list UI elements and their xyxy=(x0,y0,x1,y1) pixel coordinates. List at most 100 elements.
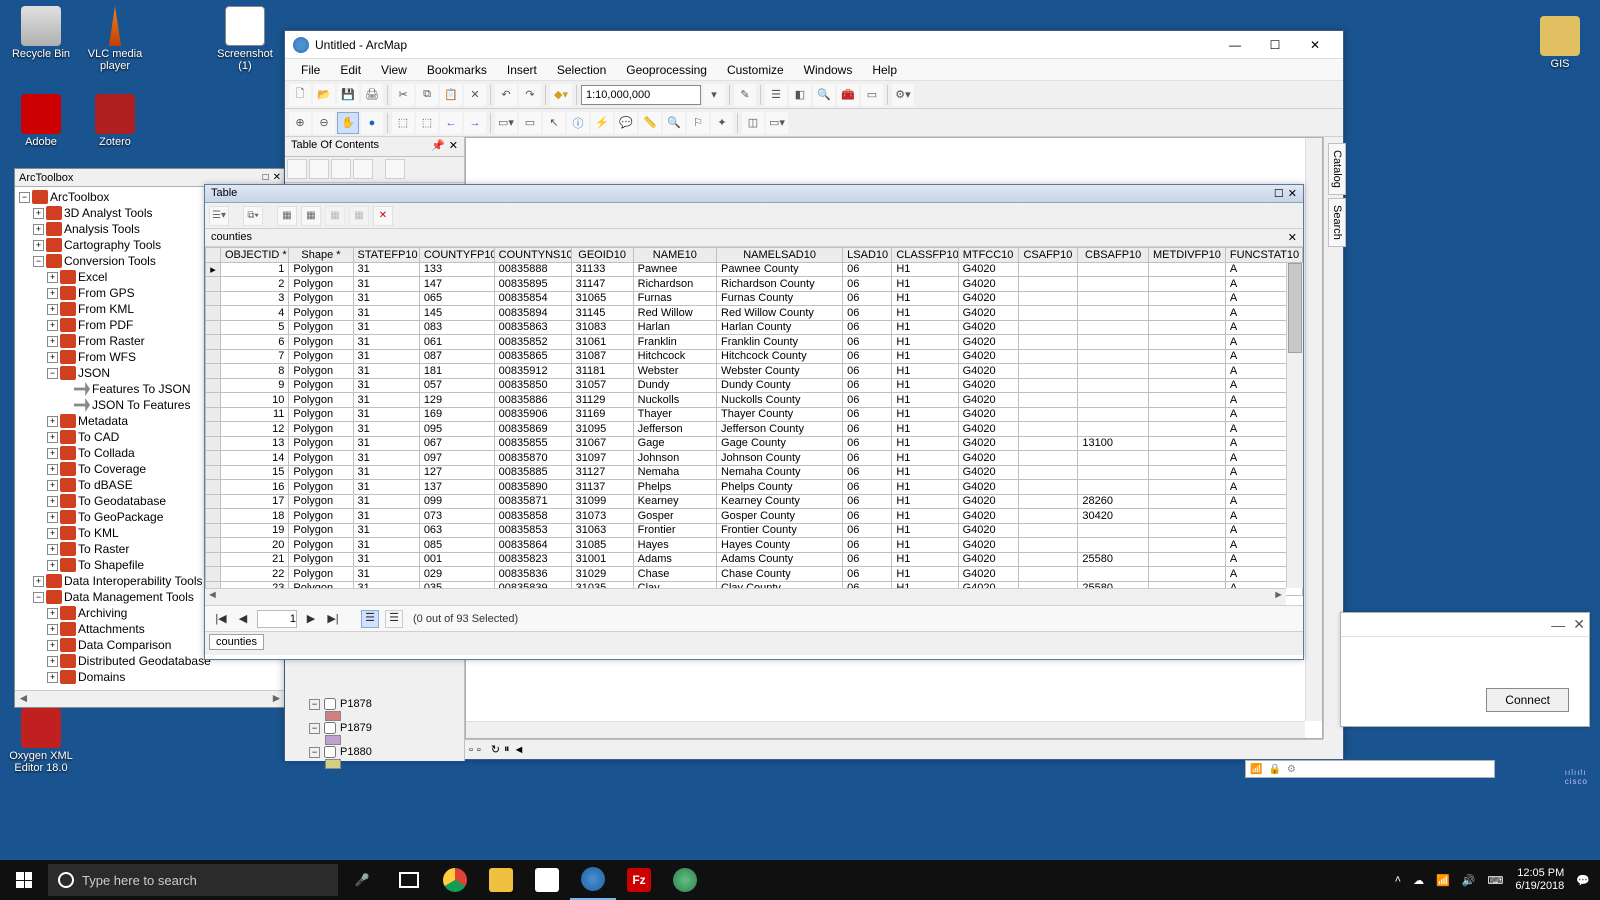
cell[interactable]: Polygon xyxy=(289,451,353,466)
cell[interactable]: 31061 xyxy=(571,335,633,350)
create-viewer-icon[interactable]: ▭▾ xyxy=(766,112,788,134)
cell[interactable]: 31097 xyxy=(571,451,633,466)
cell[interactable]: 067 xyxy=(419,436,494,451)
cell[interactable]: H1 xyxy=(892,436,958,451)
column-header[interactable]: FUNCSTAT10 xyxy=(1225,248,1302,263)
menu-file[interactable]: File xyxy=(291,61,330,79)
cell[interactable]: 31 xyxy=(353,567,419,582)
cell[interactable]: Nemaha County xyxy=(717,465,843,480)
cell[interactable]: G4020 xyxy=(958,567,1018,582)
first-record-icon[interactable]: |◀ xyxy=(213,612,229,625)
undo-icon[interactable]: ↶ xyxy=(495,84,517,106)
row-selector[interactable] xyxy=(206,465,221,480)
column-header[interactable]: OBJECTID * xyxy=(220,248,288,263)
cell[interactable]: H1 xyxy=(892,262,958,277)
clock[interactable]: 12:05 PM 6/19/2018 xyxy=(1515,867,1564,893)
canvas-hscroll[interactable] xyxy=(466,721,1305,738)
cell[interactable]: 31087 xyxy=(571,349,633,364)
cell[interactable] xyxy=(1078,262,1149,277)
cell[interactable]: 31 xyxy=(353,422,419,437)
cell[interactable] xyxy=(1018,494,1078,509)
cell[interactable]: Gosper xyxy=(633,509,716,524)
cell[interactable]: 31 xyxy=(353,451,419,466)
row-selector[interactable] xyxy=(206,349,221,364)
desktop-screenshot[interactable]: Screenshot (1) xyxy=(210,6,280,72)
cell[interactable]: 06 xyxy=(843,422,892,437)
go-back-icon[interactable]: ← xyxy=(440,112,462,134)
cell[interactable] xyxy=(1078,335,1149,350)
store-icon[interactable] xyxy=(524,860,570,900)
cell[interactable]: 06 xyxy=(843,320,892,335)
paste-icon[interactable]: 📋 xyxy=(440,84,462,106)
cell[interactable]: 00835865 xyxy=(494,349,571,364)
cell[interactable]: Kearney xyxy=(633,494,716,509)
cell[interactable]: 029 xyxy=(419,567,494,582)
cell[interactable]: Harlan County xyxy=(717,320,843,335)
cell[interactable]: H1 xyxy=(892,465,958,480)
cell[interactable] xyxy=(1018,407,1078,422)
arctoolbox-icon[interactable]: 🧰 xyxy=(837,84,859,106)
catalog-icon[interactable]: ◧ xyxy=(789,84,811,106)
cell[interactable] xyxy=(1078,349,1149,364)
cell[interactable]: 31181 xyxy=(571,364,633,379)
row-selector[interactable] xyxy=(206,538,221,553)
cell[interactable] xyxy=(1148,436,1225,451)
cell[interactable]: G4020 xyxy=(958,393,1018,408)
cell[interactable]: 129 xyxy=(419,393,494,408)
cell[interactable]: 28260 xyxy=(1078,494,1149,509)
cell[interactable]: Polygon xyxy=(289,277,353,292)
row-selector[interactable] xyxy=(206,407,221,422)
chrome-icon[interactable] xyxy=(432,860,478,900)
cell[interactable]: Polygon xyxy=(289,552,353,567)
cell[interactable] xyxy=(1018,509,1078,524)
row-selector[interactable] xyxy=(206,451,221,466)
cell[interactable] xyxy=(1148,277,1225,292)
close-tab-icon[interactable]: ✕ xyxy=(1288,231,1297,244)
cell[interactable]: G4020 xyxy=(958,277,1018,292)
cell[interactable]: 06 xyxy=(843,552,892,567)
cell[interactable]: H1 xyxy=(892,538,958,553)
add-data-icon[interactable]: ◆▾ xyxy=(550,84,572,106)
pause-draw-icon[interactable]: ⏸ xyxy=(504,743,510,756)
expander-icon[interactable]: + xyxy=(33,224,44,235)
redo-icon[interactable]: ↷ xyxy=(519,84,541,106)
cell[interactable]: 13100 xyxy=(1078,436,1149,451)
catalog-tab[interactable]: Catalog xyxy=(1328,143,1346,195)
cell[interactable]: 057 xyxy=(419,378,494,393)
cell[interactable]: H1 xyxy=(892,422,958,437)
cell[interactable] xyxy=(1148,291,1225,306)
close-icon[interactable]: ✕ xyxy=(1288,187,1297,200)
notifications-icon[interactable]: 💬 xyxy=(1576,874,1590,887)
cell[interactable]: 31147 xyxy=(571,277,633,292)
cell[interactable]: 06 xyxy=(843,436,892,451)
zoom-in-icon[interactable]: ⊕ xyxy=(289,112,311,134)
expander-icon[interactable]: + xyxy=(47,608,58,619)
toc-icon[interactable]: ☰ xyxy=(765,84,787,106)
cell[interactable]: 31083 xyxy=(571,320,633,335)
cell[interactable] xyxy=(1018,335,1078,350)
cell[interactable]: H1 xyxy=(892,523,958,538)
cell[interactable] xyxy=(1018,364,1078,379)
cell[interactable] xyxy=(1148,393,1225,408)
delete-selected-icon[interactable]: ✕ xyxy=(373,206,393,226)
cell[interactable]: Polygon xyxy=(289,349,353,364)
cell[interactable]: 06 xyxy=(843,277,892,292)
cell[interactable]: 31029 xyxy=(571,567,633,582)
cell[interactable]: Polygon xyxy=(289,538,353,553)
expander-icon[interactable]: + xyxy=(47,464,58,475)
expander-icon[interactable]: + xyxy=(47,544,58,555)
cell[interactable]: 2 xyxy=(220,277,288,292)
explorer-icon[interactable] xyxy=(478,860,524,900)
cell[interactable]: G4020 xyxy=(958,451,1018,466)
cell[interactable]: 063 xyxy=(419,523,494,538)
expander-icon[interactable]: + xyxy=(47,336,58,347)
column-header[interactable]: CSAFP10 xyxy=(1018,248,1078,263)
cell[interactable]: 31 xyxy=(353,552,419,567)
cell[interactable] xyxy=(1148,262,1225,277)
cell[interactable]: Kearney County xyxy=(717,494,843,509)
network-icon[interactable]: 📶 xyxy=(1436,874,1450,887)
cell[interactable]: 00835823 xyxy=(494,552,571,567)
cell[interactable]: Red Willow County xyxy=(717,306,843,321)
expander-icon[interactable]: + xyxy=(47,640,58,651)
row-selector[interactable] xyxy=(206,291,221,306)
